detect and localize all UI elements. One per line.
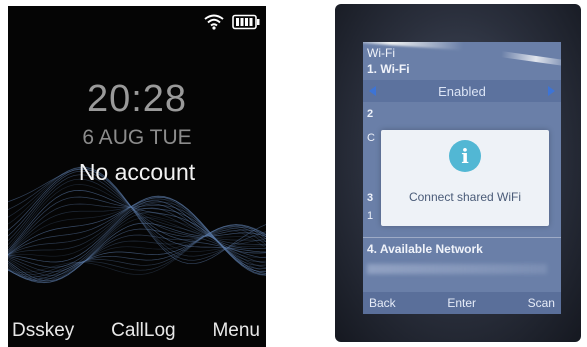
softkey-enter[interactable]: Enter xyxy=(447,296,476,310)
row3-stub: 3 xyxy=(367,192,374,204)
wifi-row-label[interactable]: 1. Wi-Fi xyxy=(367,62,410,76)
clock-date: 6 AUG TUE xyxy=(82,126,192,149)
screen-glare-secondary xyxy=(500,51,561,67)
softkey-dsskey[interactable]: Dsskey xyxy=(12,320,74,342)
row3-sub: 1 xyxy=(367,210,374,222)
clock-time: 20:28 xyxy=(86,78,188,120)
screen-title: Wi-Fi xyxy=(367,46,395,60)
softkey-bar: Dsskey CallLog Menu xyxy=(8,315,266,347)
softkey-scan[interactable]: Scan xyxy=(528,296,555,310)
row2-sub: C xyxy=(367,132,375,144)
wifi-icon xyxy=(204,14,224,35)
wifi-enabled-selector[interactable]: Enabled xyxy=(363,80,561,102)
wave-line xyxy=(8,224,266,282)
softkey-calllog[interactable]: CallLog xyxy=(111,320,175,342)
idle-screen: 20:28 6 AUG TUE No account Dsskey CallLo… xyxy=(8,6,266,347)
arrow-right-icon[interactable] xyxy=(548,86,555,96)
dialog-message: Connect shared WiFi xyxy=(408,190,522,204)
account-status: No account xyxy=(78,159,196,185)
row-divider xyxy=(363,237,561,238)
wifi-settings-photo: Wi-Fi 1. Wi-Fi Enabled 2 C 3 1 i Connect… xyxy=(335,4,581,342)
softkey-bar-right: Back Enter Scan xyxy=(363,292,561,314)
battery-icon xyxy=(232,14,260,35)
wifi-settings-screen: Wi-Fi 1. Wi-Fi Enabled 2 C 3 1 i Connect… xyxy=(363,42,561,314)
info-icon: i xyxy=(449,140,481,172)
status-bar xyxy=(204,14,260,35)
wifi-enabled-value: Enabled xyxy=(438,83,486,99)
available-network-row[interactable]: 4. Available Network xyxy=(367,242,483,256)
wave-line xyxy=(8,196,266,276)
softkey-menu[interactable]: Menu xyxy=(212,320,260,342)
row2-stub: 2 xyxy=(367,108,374,120)
connect-dialog: i Connect shared WiFi xyxy=(381,130,549,226)
network-entry-blurred xyxy=(367,264,547,274)
arrow-left-icon[interactable] xyxy=(369,86,376,96)
softkey-back[interactable]: Back xyxy=(369,296,396,310)
wave-line xyxy=(8,195,266,270)
